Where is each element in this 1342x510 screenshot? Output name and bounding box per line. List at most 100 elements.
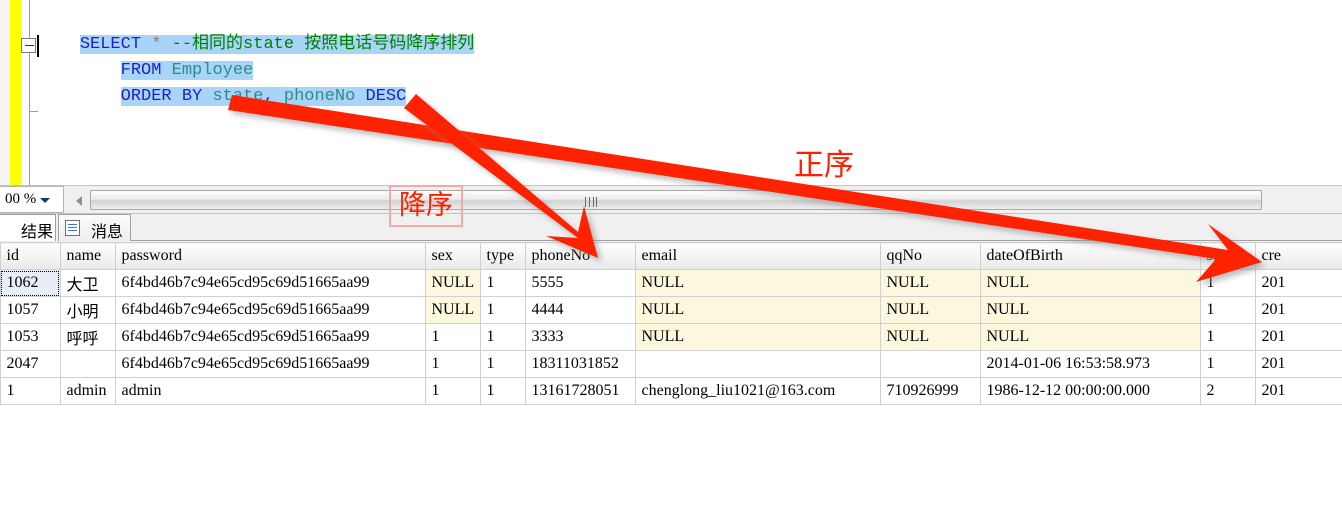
cell-phoneNo[interactable]: 18311031852 bbox=[525, 350, 636, 378]
cell-email[interactable]: NULL bbox=[635, 269, 881, 297]
cell-sex[interactable]: 1 bbox=[425, 377, 481, 405]
chevron-down-icon[interactable] bbox=[40, 198, 50, 203]
column-header-qqNo[interactable]: qqNo bbox=[880, 242, 981, 270]
editor-gutter bbox=[21, 0, 33, 185]
cell-phoneNo[interactable]: 4444 bbox=[525, 296, 636, 324]
cell-type[interactable]: 1 bbox=[480, 377, 526, 405]
cell-qqNo[interactable]: NULL bbox=[880, 296, 981, 324]
tab-messages-label: 消息 bbox=[91, 222, 124, 241]
cell-dateOfBirth[interactable]: NULL bbox=[980, 323, 1201, 351]
column-header-cre[interactable]: cre bbox=[1255, 242, 1342, 270]
cell-password[interactable]: 6f4bd46b7c94e65cd95c69d51665aa99 bbox=[115, 323, 426, 351]
cell-id[interactable]: 1053 bbox=[0, 323, 61, 351]
table-row[interactable]: 1 admin admin 1 1 13161728051 chenglong_liu102… bbox=[0, 377, 1342, 405]
cell-cre[interactable]: 201 bbox=[1255, 296, 1342, 324]
cell-email[interactable]: chenglong_liu1021@163.com bbox=[635, 377, 881, 405]
sql-token: * bbox=[151, 35, 172, 54]
message-icon bbox=[65, 220, 80, 236]
results-tabstrip[interactable]: 结果 消息 bbox=[0, 214, 1342, 242]
sql-line: ORDER BY state, phoneNo DESC bbox=[39, 84, 474, 110]
results-grid[interactable]: id name password sex type phoneNo email qqNo dat… bbox=[0, 242, 1342, 422]
cell-email[interactable]: NULL bbox=[635, 323, 881, 351]
column-header-password[interactable]: password bbox=[115, 242, 426, 270]
cell-qqNo[interactable]: NULL bbox=[880, 269, 981, 297]
cell-name[interactable] bbox=[60, 350, 116, 378]
cell-phoneNo[interactable]: 13161728051 bbox=[525, 377, 636, 405]
table-row[interactable]: 1053 呼呼 6f4bd46b7c94e65cd95c69d51665aa99 1 1… bbox=[0, 323, 1342, 351]
cell-name[interactable]: 大卫 bbox=[60, 269, 116, 297]
editor-outline-line bbox=[29, 0, 30, 185]
cell-id[interactable]: 1062 bbox=[0, 269, 61, 297]
cell-dateOfBirth[interactable]: 2014-01-06 16:53:58.973 bbox=[980, 350, 1201, 378]
cell-password[interactable]: admin bbox=[115, 377, 426, 405]
cell-state[interactable]: 1 bbox=[1200, 350, 1256, 378]
cell-id[interactable]: 1 bbox=[0, 377, 61, 405]
cell-dateOfBirth[interactable]: NULL bbox=[980, 296, 1201, 324]
horizontal-scrollbar-thumb[interactable] bbox=[90, 190, 1262, 210]
cell-name[interactable]: admin bbox=[60, 377, 116, 405]
tab-messages[interactable]: 消息 bbox=[58, 214, 131, 241]
column-header-id[interactable]: id bbox=[0, 242, 61, 270]
cell-phoneNo[interactable]: 3333 bbox=[525, 323, 636, 351]
cell-email[interactable]: NULL bbox=[635, 296, 881, 324]
cell-state[interactable]: 2 bbox=[1200, 377, 1256, 405]
sql-token: , bbox=[263, 87, 284, 106]
table-body[interactable]: 1062 大卫 6f4bd46b7c94e65cd95c69d51665aa99 NU… bbox=[0, 269, 1342, 405]
cell-type[interactable]: 1 bbox=[480, 350, 526, 378]
scrollbar-grip-icon bbox=[585, 197, 597, 207]
sql-token: DESC bbox=[365, 87, 407, 106]
column-header-sex[interactable]: sex bbox=[425, 242, 481, 270]
zoom-level-combobox[interactable]: 00 % bbox=[0, 186, 64, 213]
cell-type[interactable]: 1 bbox=[480, 323, 526, 351]
cell-qqNo[interactable]: 710926999 bbox=[880, 377, 981, 405]
tabstrip-baseline bbox=[131, 240, 1342, 241]
editor-status-bar: 00 % bbox=[0, 185, 1342, 214]
column-header-name[interactable]: name bbox=[60, 242, 116, 270]
cell-password[interactable]: 6f4bd46b7c94e65cd95c69d51665aa99 bbox=[115, 296, 426, 324]
sql-editor[interactable]: SELECT * --相同的state 按照电话号码降序排列 FROM Empl… bbox=[0, 0, 1342, 185]
horizontal-scrollbar-track[interactable] bbox=[90, 188, 1342, 212]
tab-results[interactable]: 结果 bbox=[0, 214, 56, 241]
column-header-phoneNo[interactable]: phoneNo bbox=[525, 242, 636, 270]
cell-sex[interactable]: NULL bbox=[425, 269, 481, 297]
cell-dateOfBirth[interactable]: 1986-12-12 00:00:00.000 bbox=[980, 377, 1201, 405]
cell-email[interactable] bbox=[635, 350, 881, 378]
scroll-left-button[interactable] bbox=[68, 188, 90, 212]
sql-line: FROM Employee bbox=[39, 58, 474, 84]
cell-cre[interactable]: 201 bbox=[1255, 377, 1342, 405]
sql-token: SELECT bbox=[79, 35, 152, 54]
column-header-email[interactable]: email bbox=[635, 242, 881, 270]
cell-password[interactable]: 6f4bd46b7c94e65cd95c69d51665aa99 bbox=[115, 269, 426, 297]
collapse-region-button[interactable] bbox=[21, 38, 36, 53]
cell-state[interactable]: 1 bbox=[1200, 269, 1256, 297]
cell-cre[interactable]: 201 bbox=[1255, 269, 1342, 297]
cell-state[interactable]: 1 bbox=[1200, 323, 1256, 351]
sql-statement[interactable]: SELECT * --相同的state 按照电话号码降序排列 FROM Empl… bbox=[39, 32, 475, 110]
cell-dateOfBirth[interactable]: NULL bbox=[980, 269, 1201, 297]
column-header-dateOfBirth[interactable]: dateOfBirth bbox=[980, 242, 1201, 270]
cell-qqNo[interactable] bbox=[880, 350, 981, 378]
table-header-row[interactable]: id name password sex type phoneNo email qqNo dat… bbox=[0, 242, 1342, 270]
cell-qqNo[interactable]: NULL bbox=[880, 323, 981, 351]
cell-state[interactable]: 1 bbox=[1200, 296, 1256, 324]
cell-sex[interactable]: 1 bbox=[425, 323, 481, 351]
table-row[interactable]: 1062 大卫 6f4bd46b7c94e65cd95c69d51665aa99 NU… bbox=[0, 269, 1342, 297]
cell-sex[interactable]: 1 bbox=[425, 350, 481, 378]
cell-id[interactable]: 2047 bbox=[0, 350, 61, 378]
cell-cre[interactable]: 201 bbox=[1255, 350, 1342, 378]
cell-name[interactable]: 小明 bbox=[60, 296, 116, 324]
results-table: id name password sex type phoneNo email qqNo dat… bbox=[0, 242, 1342, 405]
column-header-type[interactable]: type bbox=[480, 242, 526, 270]
table-row[interactable]: 1057 小明 6f4bd46b7c94e65cd95c69d51665aa99 NU… bbox=[0, 296, 1342, 324]
cell-name[interactable]: 呼呼 bbox=[60, 323, 116, 351]
cell-id[interactable]: 1057 bbox=[0, 296, 61, 324]
editor-change-margin bbox=[10, 0, 21, 185]
column-header-state[interactable]: state bbox=[1200, 242, 1256, 270]
cell-password[interactable]: 6f4bd46b7c94e65cd95c69d51665aa99 bbox=[115, 350, 426, 378]
cell-cre[interactable]: 201 bbox=[1255, 323, 1342, 351]
cell-phoneNo[interactable]: 5555 bbox=[525, 269, 636, 297]
cell-sex[interactable]: NULL bbox=[425, 296, 481, 324]
table-row[interactable]: 2047 6f4bd46b7c94e65cd95c69d51665aa99 1 1 18… bbox=[0, 350, 1342, 378]
cell-type[interactable]: 1 bbox=[480, 296, 526, 324]
cell-type[interactable]: 1 bbox=[480, 269, 526, 297]
